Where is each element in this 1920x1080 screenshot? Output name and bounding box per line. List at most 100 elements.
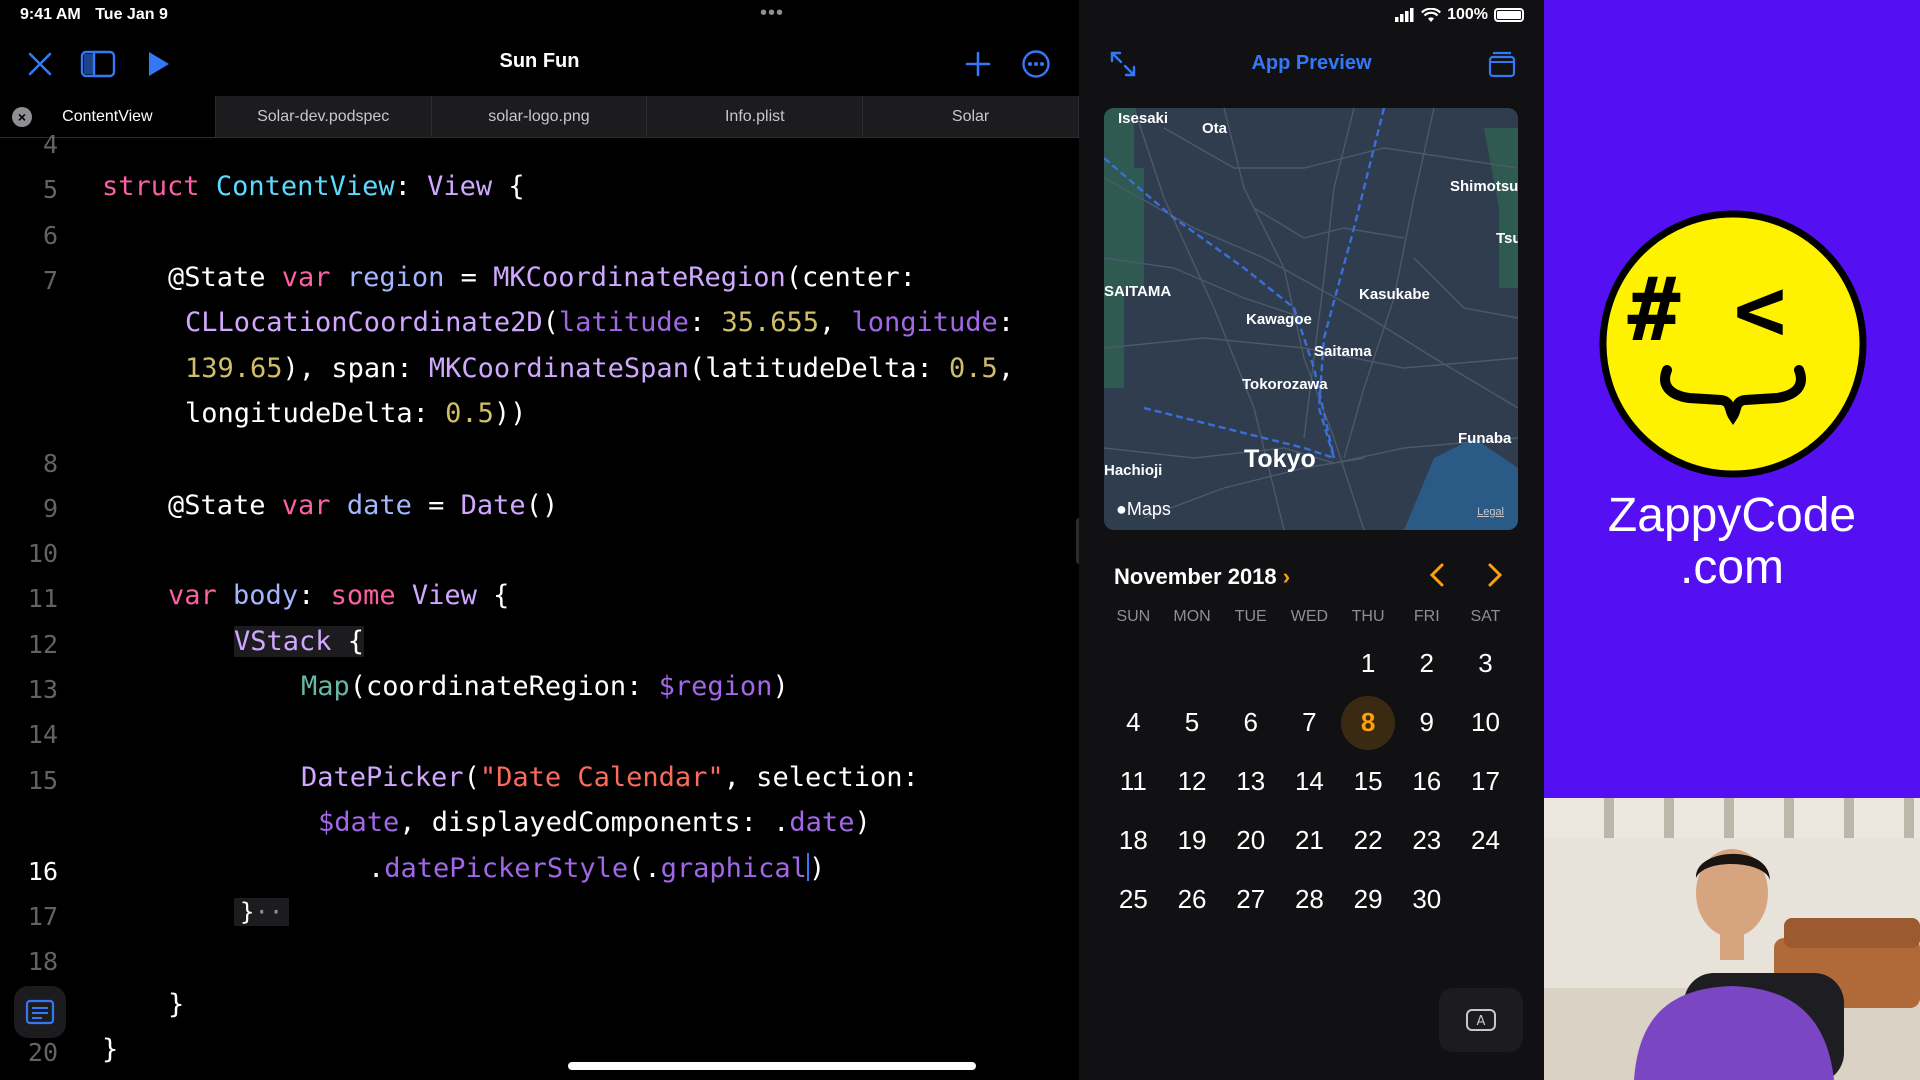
calendar-day[interactable]: 6 — [1221, 693, 1280, 752]
month-picker-button[interactable]: November 2018 › — [1114, 564, 1290, 590]
calendar-day[interactable]: 11 — [1104, 752, 1163, 811]
calendar-day[interactable]: 24 — [1456, 811, 1515, 870]
keyboard-shortcut-icon[interactable]: A — [1439, 988, 1523, 1052]
editor-outline-icon[interactable] — [14, 986, 66, 1038]
calendar-day-label: 11 — [1119, 766, 1147, 796]
calendar-day[interactable]: 18 — [1104, 811, 1163, 870]
webcam-presenter — [1544, 798, 1920, 1080]
tab-close-icon[interactable]: × — [12, 107, 32, 127]
multitasking-dots-icon[interactable]: ••• — [760, 2, 784, 25]
wifi-icon — [1421, 7, 1442, 22]
map-label: Kasukabe — [1359, 286, 1430, 303]
calendar-day[interactable]: 13 — [1221, 752, 1280, 811]
calendar-day[interactable]: 3 — [1456, 634, 1515, 693]
calendar-day[interactable]: 7 — [1280, 693, 1339, 752]
date-picker-calendar: November 2018 › SUN MON TUE WED THU FRI SAT 12… — [1104, 548, 1518, 962]
weekday-label: TUE — [1234, 608, 1267, 625]
tab-solar-logo-png[interactable]: solar-logo.png — [432, 96, 648, 137]
calendar-day[interactable]: 20 — [1221, 811, 1280, 870]
calendar-day[interactable]: 4 — [1104, 693, 1163, 752]
calendar-day[interactable]: 21 — [1280, 811, 1339, 870]
calendar-day-label: 30 — [1412, 884, 1442, 914]
calendar-day-label: 14 — [1294, 766, 1324, 796]
map-label: Tsu — [1496, 230, 1518, 247]
calendar-day[interactable]: 16 — [1397, 752, 1456, 811]
code-line: @State var region = MKCoordinateRegion(c… — [168, 262, 916, 293]
status-bar-right: 100% — [1395, 6, 1524, 24]
calendar-day[interactable]: 14 — [1280, 752, 1339, 811]
line-number: 6 — [42, 221, 58, 250]
calendar-day[interactable]: 28 — [1280, 870, 1339, 929]
tab-label: ContentView — [62, 107, 153, 125]
calendar-day[interactable]: 30 — [1397, 870, 1456, 929]
previous-month-icon[interactable] — [1422, 560, 1452, 590]
calendar-day-label: 27 — [1236, 884, 1266, 914]
status-date: Tue Jan 9 — [95, 6, 168, 23]
calendar-days: 1 2 3 4 5 6 7 8 9 10 11 12 13 14 15 16 17 18 19 20 21 22 23 24 2… — [1104, 634, 1518, 929]
calendar-day[interactable]: 26 — [1163, 870, 1222, 929]
calendar-day-label: 3 — [1478, 648, 1493, 678]
weekday-label: THU — [1351, 608, 1385, 625]
calendar-day[interactable]: 25 — [1104, 870, 1163, 929]
calendar-day-label: 5 — [1184, 707, 1200, 737]
calendar-day[interactable]: 27 — [1221, 870, 1280, 929]
weekday-label: MON — [1173, 608, 1211, 625]
calendar-day-label: 24 — [1471, 825, 1500, 855]
brand-panel: # < ZappyCode .com — [1544, 0, 1920, 798]
calendar-day-label: 29 — [1353, 884, 1383, 914]
weekday-label: SAT — [1470, 608, 1501, 625]
brand-name: ZappyCode .com — [1544, 490, 1920, 594]
calendar-day[interactable]: 10 — [1456, 693, 1515, 752]
map-view[interactable]: Isesaki Ota Shimotsur Tsu SAITAMA Kasuka… — [1104, 108, 1518, 530]
code-line: .datePickerStyle(.graphical) — [368, 853, 826, 884]
calendar-day-label: 25 — [1118, 884, 1148, 914]
code-area[interactable]: 4 5 6 7 8 9 10 11 12 13 14 15 16 17 18 2… — [0, 130, 1079, 1080]
more-options-icon[interactable] — [1016, 46, 1056, 82]
line-number: 9 — [42, 494, 58, 523]
calendar-day-label: 21 — [1294, 825, 1324, 855]
calendar-day[interactable]: 5 — [1163, 693, 1222, 752]
calendar-day[interactable]: 29 — [1339, 870, 1398, 929]
home-indicator[interactable] — [568, 1062, 976, 1070]
map-label: Isesaki — [1118, 110, 1169, 127]
tab-label: Info.plist — [724, 107, 785, 125]
code-line-folded[interactable]: }·· — [234, 898, 290, 926]
calendar-day-label: 16 — [1412, 766, 1442, 796]
calendar-day[interactable]: 17 — [1456, 752, 1515, 811]
code-line: var body: some View { — [168, 580, 510, 611]
next-month-icon[interactable] — [1480, 560, 1510, 590]
weekday-label: WED — [1290, 608, 1329, 625]
calendar-day-selected[interactable]: 8 — [1339, 693, 1398, 752]
tab-label: solar-logo.png — [488, 107, 590, 125]
code-line: } — [102, 1034, 119, 1065]
legal-link[interactable]: Legal — [1477, 506, 1504, 518]
calendar-day-label: 22 — [1353, 825, 1383, 855]
calendar-blank — [1163, 634, 1222, 693]
zappycode-logo: # < — [1599, 210, 1867, 478]
map-label: Hachioji — [1104, 462, 1163, 479]
calendar-day[interactable]: 15 — [1339, 752, 1398, 811]
calendar-day[interactable]: 1 — [1339, 634, 1398, 693]
weekday-label: SUN — [1116, 608, 1151, 625]
calendar-day[interactable]: 2 — [1397, 634, 1456, 693]
battery-icon — [1494, 8, 1524, 22]
add-icon[interactable] — [958, 46, 998, 82]
code-line: @State var date = Date() — [168, 490, 559, 521]
tab-solar[interactable]: Solar — [863, 96, 1079, 137]
app-preview-panel: 100% App Preview Isesaki Ota Shimotsur T… — [1079, 0, 1544, 1080]
device-picker-icon[interactable] — [1482, 46, 1522, 82]
calendar-day[interactable]: 23 — [1397, 811, 1456, 870]
calendar-day[interactable]: 12 — [1163, 752, 1222, 811]
line-number: 14 — [27, 720, 58, 749]
tab-info-plist[interactable]: Info.plist — [647, 96, 864, 137]
calendar-day-label: 8 — [1341, 695, 1396, 750]
line-number: 18 — [27, 947, 58, 976]
calendar-grid: SUN MON TUE WED THU FRI SAT 1 2 3 4 5 6 7 8 9 10 11 12 13 1… — [1104, 608, 1518, 929]
code-line: Map(coordinateRegion: $region) — [301, 671, 789, 702]
calendar-day[interactable]: 22 — [1339, 811, 1398, 870]
map-label: Saitama — [1314, 343, 1372, 360]
calendar-day-label: 1 — [1360, 648, 1376, 678]
calendar-day[interactable]: 19 — [1163, 811, 1222, 870]
tab-solar-dev-podspec[interactable]: Solar-dev.podspec — [216, 96, 432, 137]
calendar-day[interactable]: 9 — [1397, 693, 1456, 752]
